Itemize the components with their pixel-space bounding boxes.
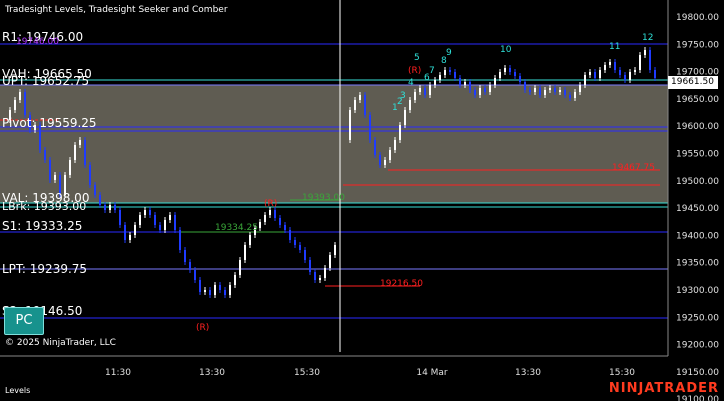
seeker-count-label: 10 — [500, 45, 512, 55]
price-tick-label: 19100.00 — [676, 395, 719, 401]
seeker-count-label: 12 — [642, 33, 653, 43]
s1-label: S1: 19333.25 — [2, 219, 83, 233]
r-mark-3: (R) — [196, 323, 210, 333]
time-tick-label: 15:30 — [294, 368, 320, 378]
seeker-count-label: 3 — [400, 91, 406, 101]
time-tick-label: 13:30 — [515, 368, 541, 378]
seeker-count-label: 11 — [609, 42, 620, 52]
r-mark-1: (R) — [408, 66, 422, 76]
price-tick-label: 19500.00 — [676, 177, 719, 187]
pc-button[interactable]: PC — [4, 307, 44, 335]
r1-overlay-label: 19746.00 — [16, 37, 59, 47]
ninjatrader-logo: NINJATRADER — [608, 381, 719, 396]
time-axis-ticks: 11:30 13:30 15:30 14 Mar 13:30 15:30 — [105, 368, 635, 378]
upt-label: UPT: 19652.75 — [2, 74, 90, 88]
seeker-count-label: 7 — [429, 66, 435, 76]
price-tick-label: 19250.00 — [676, 313, 719, 323]
copyright-text: © 2025 NinjaTrader, LLC — [5, 338, 116, 348]
indicators-title: Tradesight Levels, Tradesight Seeker and… — [5, 5, 228, 15]
pivot-label: Pivot: 19559.25 — [2, 116, 97, 130]
time-tick-label: 13:30 — [199, 368, 225, 378]
time-tick-label: 14 Mar — [416, 368, 448, 378]
price-tick-label: 19450.00 — [676, 204, 719, 214]
seeker-count-label: 9 — [446, 48, 452, 58]
price-tick-label: 19800.00 — [676, 13, 719, 23]
time-tick-label: 11:30 — [105, 368, 131, 378]
red-level-low-label: 19216.50 — [380, 279, 423, 289]
seeker-count-label: 5 — [414, 53, 420, 63]
lpt-label: LPT: 19239.75 — [2, 262, 88, 276]
price-tick-label: 19650.00 — [676, 95, 719, 105]
last-price-marker: 19661.50 — [668, 76, 718, 89]
price-tick-label: 19300.00 — [676, 286, 719, 296]
tab-name[interactable]: Levels — [5, 386, 30, 395]
price-axis-ticks: 19800.0019750.0019700.0019650.0019600.00… — [676, 13, 719, 401]
green-level-mid-label: 19334.25 — [215, 223, 258, 233]
price-tick-label: 19400.00 — [676, 231, 719, 241]
seeker-count-label: 4 — [408, 78, 414, 88]
time-tick-label: 15:30 — [609, 368, 635, 378]
price-tick-label: 19150.00 — [676, 368, 719, 378]
red-level-right-label: 19467.75 — [612, 163, 655, 173]
lbrk-label: LBrk: 19393.00 — [2, 200, 87, 213]
price-tick-label: 19750.00 — [676, 40, 719, 50]
r-mark-2: (R) — [264, 199, 278, 209]
price-tick-label: 19350.00 — [676, 259, 719, 269]
green-level-high-label: 19393.00 — [302, 193, 345, 203]
price-tick-label: 19600.00 — [676, 122, 719, 132]
price-tick-label: 19550.00 — [676, 150, 719, 160]
price-tick-label: 19200.00 — [676, 341, 719, 351]
